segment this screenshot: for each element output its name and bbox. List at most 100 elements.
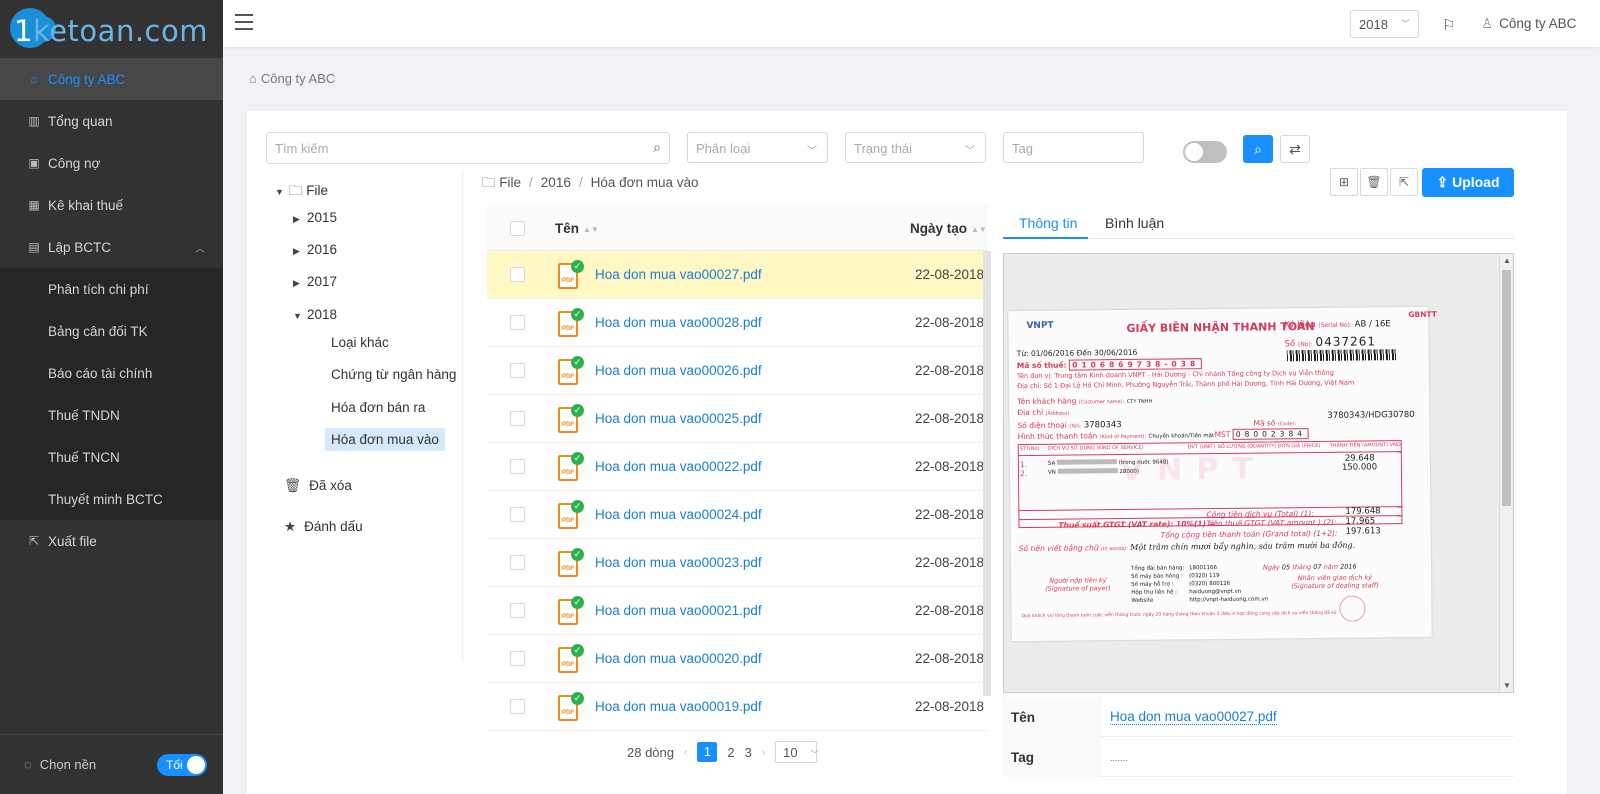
table-row[interactable]: PDF ✓ Hoa don mua vao00023.pdf 22-08-2018 [487, 539, 987, 587]
year-select[interactable]: 2018 ﹀ [1350, 10, 1419, 38]
sidebar-subitem-pit[interactable]: Thuế TNCN [0, 436, 223, 478]
row-checkbox[interactable] [510, 555, 525, 570]
table-row[interactable]: PDF ✓ Hoa don mua vao00024.pdf 22-08-2018 [487, 491, 987, 539]
row-checkbox[interactable] [510, 699, 525, 714]
sidebar-subitem-financial-report[interactable]: Báo cáo tài chính [0, 352, 223, 394]
table-scrollbar[interactable] [983, 251, 991, 696]
sidebar-item-tax[interactable]: ▦ Kê khai thuế [0, 184, 223, 226]
sidebar-item-export[interactable]: ⇱ Xuất file [0, 520, 223, 562]
search-button[interactable]: ⌕ [1243, 135, 1273, 163]
tag-input[interactable]: Tag [1003, 132, 1144, 163]
file-name-link[interactable]: Hoa don mua vao00028.pdf [595, 315, 762, 330]
row-checkbox[interactable] [510, 363, 525, 378]
row-checkbox[interactable] [510, 315, 525, 330]
user-menu[interactable]: ♙ Công ty ABC [1481, 16, 1576, 32]
tree-node-2017[interactable]: ▶ 2017 [293, 274, 337, 289]
file-name-editable[interactable]: Hoa don mua vao00027.pdf [1110, 709, 1277, 725]
sidebar-item-overview[interactable]: ▥ Tổng quan [0, 100, 223, 142]
tab-comments[interactable]: Bình luận [1105, 215, 1164, 231]
file-name-link[interactable]: Hoa don mua vao00026.pdf [595, 363, 762, 378]
notification-flag-icon[interactable]: ⚐ [1442, 16, 1455, 34]
table-row[interactable]: PDF ✓ Hoa don mua vao00026.pdf 22-08-2018 [487, 347, 987, 395]
sidebar-subitem-notes[interactable]: Thuyết minh BCTC [0, 478, 223, 520]
sort-icon[interactable]: ▲▼ [971, 225, 987, 234]
row-checkbox[interactable] [510, 603, 525, 618]
tree-node-bank[interactable]: Chứng từ ngân hàng [331, 367, 456, 382]
file-name-link[interactable]: Hoa don mua vao00024.pdf [595, 507, 762, 522]
search-icon[interactable]: ⌕ [653, 139, 661, 156]
table-row[interactable]: PDF ✓ Hoa don mua vao00019.pdf 22-08-2018 [487, 683, 987, 731]
status-select[interactable]: Trạng thái ﹀ [845, 132, 986, 163]
page-3[interactable]: 3 [745, 745, 752, 760]
chevron-left-icon[interactable]: ‹ [684, 747, 687, 758]
search-icon: ⌕ [1254, 141, 1262, 157]
reset-button[interactable]: ⇄ [1280, 135, 1310, 163]
row-checkbox[interactable] [510, 507, 525, 522]
file-name-link[interactable]: Hoa don mua vao00020.pdf [595, 651, 762, 666]
tree-node-sales-invoice[interactable]: Hóa đơn bán ra [331, 400, 425, 415]
category-select[interactable]: Phân loại ﹀ [687, 132, 828, 163]
share-button[interactable]: ⇱ [1390, 168, 1418, 196]
document-preview[interactable]: VNPT GIẤY BIÊN NHẬN THANH TOÁN GBNTT Ký … [1003, 253, 1514, 693]
page-size-select[interactable]: 10 ﹀ [775, 741, 819, 763]
menu-fold-icon[interactable] [235, 14, 253, 30]
file-name-link[interactable]: Hoa don mua vao00023.pdf [595, 555, 762, 570]
tree-node-file[interactable]: ▼ 🗀 File [275, 181, 328, 204]
tree-node-2015[interactable]: ▶ 2015 [293, 210, 337, 225]
breadcrumb-item[interactable]: Công ty ABC [261, 71, 335, 86]
dark-mode-toggle[interactable]: Tối [157, 754, 207, 776]
delete-button[interactable]: 🗑 [1360, 168, 1388, 196]
sidebar-item-reports[interactable]: ▤ Lập BCTC ︿ [0, 226, 223, 268]
sidebar-item-debts[interactable]: ▣ Công nợ [0, 142, 223, 184]
table-row[interactable]: PDF ✓ Hoa don mua vao00025.pdf 22-08-2018 [487, 395, 987, 443]
sort-icon[interactable]: ▲▼ [583, 225, 599, 234]
file-name-link[interactable]: Hoa don mua vao00021.pdf [595, 603, 762, 618]
tree-node-purchase-invoice[interactable]: Hóa đơn mua vào [325, 428, 445, 451]
sidebar-subitem-balance[interactable]: Bảng cân đối TK [0, 310, 223, 352]
tree-node-2018[interactable]: ▼ 2018 [293, 307, 337, 322]
scrollbar-thumb[interactable] [983, 251, 991, 696]
file-name-link[interactable]: Hoa don mua vao00027.pdf [595, 267, 762, 282]
filter-switch[interactable] [1183, 141, 1227, 163]
tree-node-2016[interactable]: ▶ 2016 [293, 242, 337, 257]
tree-node-deleted[interactable]: 🗑 Đã xóa [284, 478, 352, 494]
column-header-date[interactable]: Ngày tạo ▲▼ [910, 221, 987, 236]
new-folder-button[interactable]: ⊞ [1330, 168, 1358, 196]
tree-node-starred[interactable]: ★ Đánh dấu [284, 519, 363, 535]
file-name-link[interactable]: Hoa don mua vao00022.pdf [595, 459, 762, 474]
path-item[interactable]: File [499, 175, 521, 190]
page-2[interactable]: 2 [727, 745, 734, 760]
check-icon: ✓ [571, 260, 584, 273]
column-header-name[interactable]: Tên ▲▼ [555, 221, 599, 236]
sidebar-subitem-cit[interactable]: Thuế TNDN [0, 394, 223, 436]
scrollbar-thumb[interactable] [1502, 270, 1511, 506]
file-name-link[interactable]: Hoa don mua vao00025.pdf [595, 411, 762, 426]
row-checkbox[interactable] [510, 267, 525, 282]
tree-node-other[interactable]: Loại khác [331, 335, 389, 350]
chevron-right-icon[interactable]: › [762, 747, 765, 758]
row-checkbox[interactable] [510, 411, 525, 426]
select-all-checkbox[interactable] [510, 221, 525, 236]
path-item[interactable]: 2016 [541, 175, 571, 190]
table-row[interactable]: PDF ✓ Hoa don mua vao00028.pdf 22-08-2018 [487, 299, 987, 347]
upload-button[interactable]: ⇪ Upload [1422, 168, 1514, 197]
scroll-down-icon[interactable]: ▼ [1503, 681, 1511, 690]
row-checkbox[interactable] [510, 459, 525, 474]
tag-editable[interactable]: ....... [1110, 753, 1128, 763]
sidebar-item-company[interactable]: ⌂ Công ty ABC [0, 58, 223, 100]
table-row[interactable]: PDF ✓ Hoa don mua vao00022.pdf 22-08-2018 [487, 443, 987, 491]
path-item[interactable]: Hóa đơn mua vào [591, 175, 699, 190]
row-checkbox[interactable] [510, 651, 525, 666]
logo[interactable]: 1ketoan.com [0, 0, 223, 58]
search-input[interactable]: Tìm kiếm ⌕ [266, 132, 670, 164]
page-1[interactable]: 1 [697, 742, 718, 762]
tab-info[interactable]: Thông tin [1019, 215, 1077, 231]
preview-scrollbar[interactable]: ▲ ▼ [1499, 254, 1513, 692]
table-row[interactable]: PDF ✓ Hoa don mua vao00027.pdf 22-08-2018 [487, 251, 987, 299]
table-row[interactable]: PDF ✓ Hoa don mua vao00021.pdf 22-08-2018 [487, 587, 987, 635]
logo-main: ketoan.com [32, 14, 208, 48]
sidebar-subitem-cost-analysis[interactable]: Phân tích chi phí [0, 268, 223, 310]
scroll-up-icon[interactable]: ▲ [1503, 256, 1511, 265]
file-name-link[interactable]: Hoa don mua vao00019.pdf [595, 699, 762, 714]
table-row[interactable]: PDF ✓ Hoa don mua vao00020.pdf 22-08-2018 [487, 635, 987, 683]
